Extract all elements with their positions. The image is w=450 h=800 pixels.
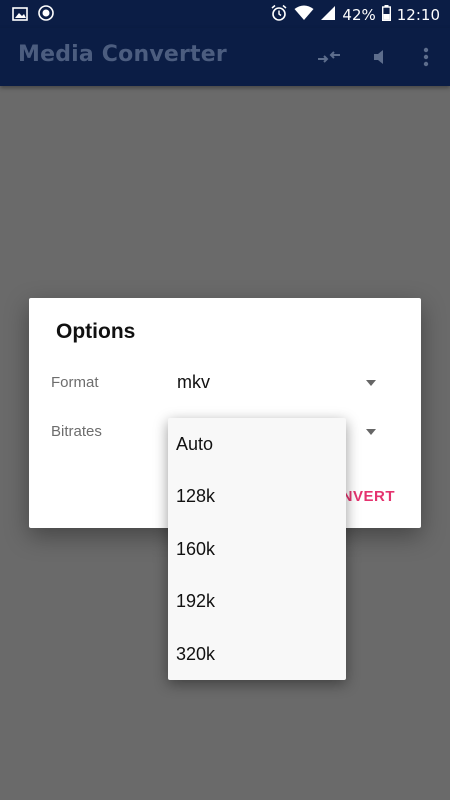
bitrates-label: Bitrates [51, 423, 102, 440]
clock: 12:10 [396, 6, 440, 24]
dropdown-option-160k[interactable]: 160k [168, 523, 346, 575]
dropdown-option-auto[interactable]: Auto [168, 418, 346, 470]
more-vert-icon[interactable] [413, 44, 439, 70]
wifi-icon [294, 5, 314, 25]
image-icon [12, 6, 28, 25]
signal-icon [320, 5, 336, 25]
volume-icon[interactable] [368, 44, 394, 70]
record-icon [38, 5, 54, 25]
app-title: Media Converter [18, 42, 227, 67]
convert-button[interactable]: NVERT [342, 488, 395, 505]
status-bar: 42% 12:10 [0, 0, 450, 28]
format-label: Format [51, 374, 99, 391]
battery-percent: 42% [342, 6, 376, 24]
dropdown-option-128k[interactable]: 128k [168, 470, 346, 522]
dialog-title: Options [56, 320, 136, 343]
dropdown-option-192k[interactable]: 192k [168, 575, 346, 627]
bitrates-dropdown: Auto 128k 160k 192k 320k [168, 418, 346, 680]
app-bar: Media Converter [0, 28, 450, 86]
chevron-down-icon[interactable] [366, 380, 376, 386]
chevron-down-icon[interactable] [366, 429, 376, 435]
battery-icon [381, 5, 391, 25]
dropdown-option-320k[interactable]: 320k [168, 628, 346, 680]
format-select[interactable]: mkv [177, 372, 210, 393]
swap-arrows-icon[interactable] [316, 44, 342, 70]
alarm-icon [270, 4, 288, 26]
